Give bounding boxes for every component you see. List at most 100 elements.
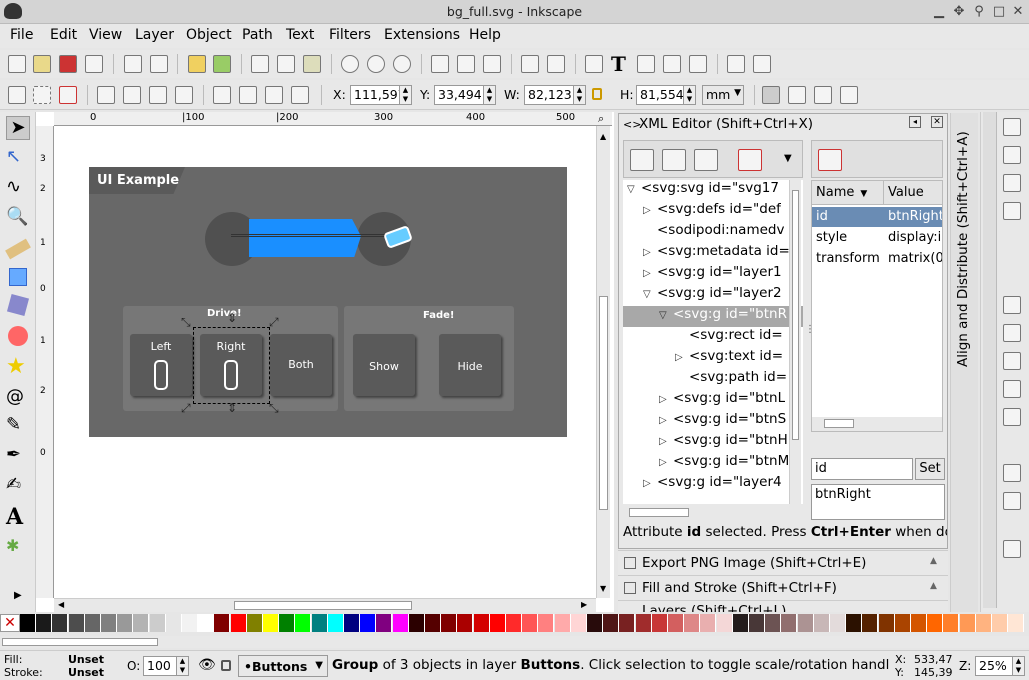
unit-select[interactable]: mm ▼ — [702, 85, 744, 105]
horizontal-scrollbar[interactable]: ◀ ▶ — [54, 598, 596, 612]
open-icon[interactable] — [33, 55, 51, 73]
color-swatch[interactable] — [781, 614, 798, 632]
no-paint-icon[interactable]: ✕ — [0, 614, 20, 632]
color-swatch[interactable] — [554, 614, 571, 632]
color-swatch[interactable] — [975, 614, 992, 632]
btn-both[interactable]: Both — [270, 334, 332, 396]
attr-row[interactable]: transform matrix(0 — [812, 249, 942, 269]
lower-icon[interactable] — [239, 86, 257, 104]
pencil-tool-icon[interactable]: ✎ — [6, 414, 30, 438]
scale-handle[interactable]: ⇕ — [227, 311, 237, 325]
color-swatch[interactable] — [489, 614, 506, 632]
duplicate-node-icon[interactable] — [694, 149, 718, 171]
maximize-icon[interactable]: □ — [991, 4, 1007, 20]
snap-bbox-edge-icon[interactable] — [1003, 174, 1021, 192]
zoom-tool-icon[interactable]: 🔍 — [6, 206, 30, 230]
tree-node[interactable]: <svg:rect id= — [689, 327, 783, 348]
close-panel-icon[interactable]: ✕ — [931, 116, 943, 128]
collapse-icon[interactable]: ▲ — [930, 581, 937, 591]
tree-node[interactable]: ▷ <svg:metadata id= — [643, 243, 790, 264]
menu-edit[interactable]: Edit — [50, 27, 77, 43]
tree-node[interactable]: ▷ <svg:defs id="def — [643, 201, 781, 222]
palette-scrollbar[interactable] — [0, 636, 1029, 648]
set-button[interactable]: Set — [915, 458, 945, 480]
snap-scrollbar[interactable] — [983, 112, 997, 608]
select-all-icon[interactable] — [8, 86, 26, 104]
color-swatch[interactable] — [1008, 614, 1025, 632]
y-input[interactable]: 33,494 ▲ ▼ — [434, 85, 496, 105]
lock-icon[interactable] — [221, 660, 231, 671]
select-all-layers-icon[interactable] — [33, 86, 51, 104]
color-swatch[interactable] — [149, 614, 166, 632]
canvas-area[interactable]: 0 |100 |200 300 400 500 3 2 1 0 1 2 0 ⌕ … — [36, 112, 614, 612]
lower-bottom-icon[interactable] — [213, 86, 231, 104]
menu-view[interactable]: View — [89, 27, 122, 43]
snap-bbox-icon[interactable] — [1003, 146, 1021, 164]
btn-left[interactable]: Left — [130, 334, 192, 396]
tree-node[interactable]: <sodipodi:namedv — [657, 222, 784, 243]
node-tool-icon[interactable]: ↖ — [6, 146, 30, 170]
color-swatch[interactable] — [311, 614, 328, 632]
selection-box[interactable] — [193, 327, 270, 404]
color-swatch[interactable] — [797, 614, 814, 632]
scale-stroke-icon[interactable] — [762, 86, 780, 104]
print-icon[interactable] — [85, 55, 103, 73]
top-ruler[interactable]: 0 |100 |200 300 400 500 — [54, 112, 612, 126]
new-element-node-icon[interactable] — [630, 149, 654, 171]
btn-show[interactable]: Show — [353, 334, 415, 396]
snap-midpoint-icon[interactable] — [1003, 408, 1021, 426]
pin-icon[interactable]: ⚲ — [971, 4, 987, 20]
snap-text-baseline-icon[interactable] — [1003, 540, 1021, 558]
undock-icon[interactable]: ◂ — [909, 116, 921, 128]
attr-name-input[interactable]: id — [811, 458, 913, 480]
redo-icon[interactable] — [213, 55, 231, 73]
color-swatch[interactable] — [408, 614, 425, 632]
raise-icon[interactable] — [265, 86, 283, 104]
snap-rotation-icon[interactable] — [1003, 492, 1021, 510]
calligraphy-tool-icon[interactable]: ✍ — [6, 474, 30, 498]
tree-hscrollbar[interactable] — [623, 506, 803, 520]
color-swatch[interactable] — [101, 614, 117, 632]
group-icon[interactable] — [521, 55, 539, 73]
text-tool-icon[interactable]: A — [6, 504, 30, 530]
color-swatch[interactable] — [927, 614, 944, 632]
selector-tool-icon[interactable]: ➤ — [6, 116, 30, 140]
scale-handle[interactable]: ⤡ — [181, 315, 191, 330]
tree-node[interactable]: ▽ <svg:g id="layer2 — [643, 285, 782, 306]
color-swatch[interactable] — [651, 614, 668, 632]
layer-select[interactable]: •Buttons ▼ — [238, 655, 328, 677]
color-swatch[interactable] — [570, 614, 587, 632]
pen-tool-icon[interactable]: ✒ — [6, 444, 30, 468]
zoom-drawing-icon[interactable] — [367, 55, 385, 73]
attr-value-textarea[interactable]: btnRight — [811, 484, 945, 520]
ellipse-tool-icon[interactable] — [8, 326, 28, 346]
attr-hscrollbar[interactable] — [812, 417, 942, 431]
color-swatch[interactable] — [522, 614, 539, 632]
color-swatch[interactable] — [344, 614, 360, 632]
color-swatch[interactable] — [911, 614, 927, 632]
zoom-page-icon[interactable] — [393, 55, 411, 73]
color-swatch[interactable] — [214, 614, 231, 632]
menu-help[interactable]: Help — [469, 27, 501, 43]
color-swatch[interactable] — [117, 614, 134, 632]
copy-icon[interactable] — [251, 55, 269, 73]
star-tool-icon[interactable]: ★ — [6, 354, 30, 379]
w-input[interactable]: 82,123 ▲ ▼ — [524, 85, 586, 105]
paste-icon[interactable] — [303, 55, 321, 73]
color-swatch[interactable] — [765, 614, 782, 632]
scale-handle[interactable]: ⇕ — [227, 401, 237, 415]
color-swatch[interactable] — [943, 614, 960, 632]
color-swatch[interactable] — [716, 614, 733, 632]
snap-intersections-icon[interactable] — [1003, 352, 1021, 370]
delete-node-icon[interactable] — [738, 149, 762, 171]
snap-bbox-corner-icon[interactable] — [1003, 202, 1021, 220]
x-input[interactable]: 111,597 ▲ ▼ — [350, 85, 412, 105]
measure-tool-icon[interactable] — [5, 238, 31, 260]
tree-node[interactable]: ▷ <svg:text id= — [675, 348, 783, 369]
color-swatch[interactable] — [230, 614, 247, 632]
3d-box-tool-icon[interactable] — [6, 293, 30, 317]
unlink-clone-icon[interactable] — [483, 55, 501, 73]
ungroup-icon[interactable] — [547, 55, 565, 73]
color-swatch[interactable] — [700, 614, 717, 632]
scale-handle[interactable]: ⤢ — [269, 315, 279, 330]
